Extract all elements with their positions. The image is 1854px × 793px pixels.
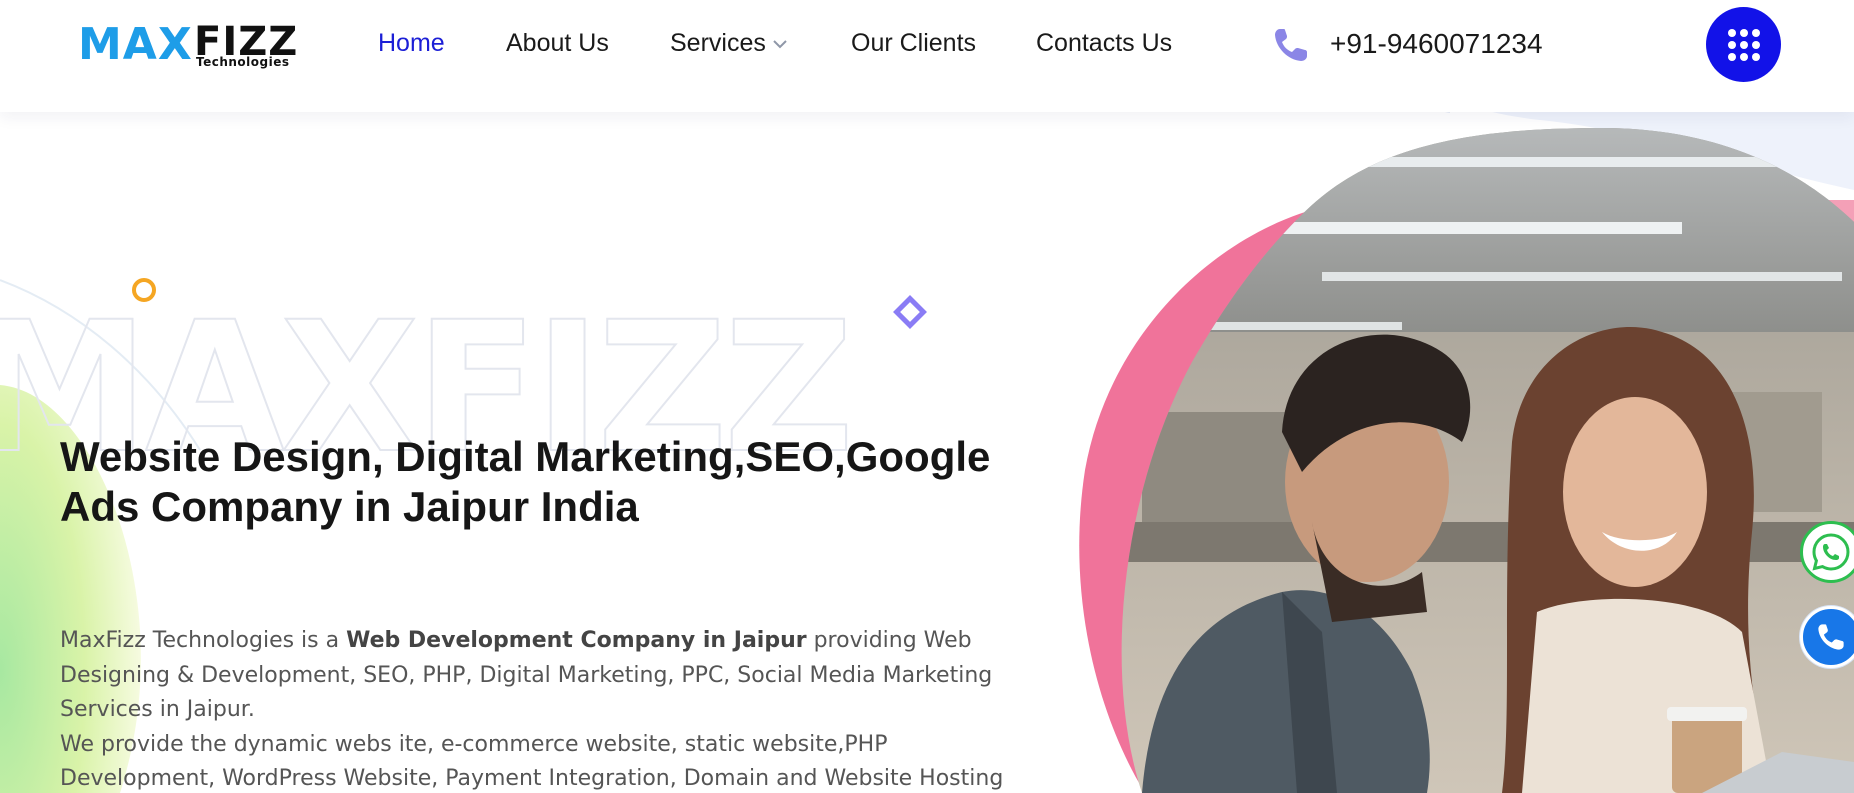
phone-call-icon <box>1818 624 1844 650</box>
hero-title: Website Design, Digital Marketing,SEO,Go… <box>60 433 991 530</box>
nav-item-contacts-us[interactable]: Contacts Us <box>1036 28 1172 58</box>
whatsapp-button[interactable] <box>1800 521 1854 583</box>
hero-photo <box>1082 112 1854 793</box>
hero-paragraph-1-highlight: Web Development Company in Jaipur <box>346 628 807 653</box>
nav-item-home[interactable]: Home <box>378 28 445 58</box>
logo-primary-text: MAX <box>78 19 193 70</box>
call-button[interactable] <box>1800 606 1854 668</box>
hero-description: MaxFizz Technologies is a Web Developmen… <box>60 624 1020 793</box>
decor-ring-icon <box>132 278 156 302</box>
grid-menu-icon <box>1727 28 1760 61</box>
nav-item-our-clients[interactable]: Our Clients <box>851 28 976 58</box>
whatsapp-icon <box>1812 533 1850 571</box>
site-header: MAX FIZZ Technologies Home About Us Serv… <box>0 0 1854 112</box>
nav-item-services-label: Services <box>670 29 766 57</box>
phone-number[interactable]: +91-9460071234 <box>1330 28 1543 60</box>
hero-paragraph-2: We provide the dynamic webs ite, e-comme… <box>60 731 1004 792</box>
hero-paragraph-1-intro: MaxFizz Technologies is a <box>60 628 347 653</box>
nav-item-about-us[interactable]: About Us <box>506 28 609 58</box>
phone-icon <box>1275 29 1307 61</box>
chevron-down-icon <box>773 40 787 49</box>
logo-tagline: Technologies <box>196 55 290 69</box>
site-logo[interactable]: MAX FIZZ Technologies <box>78 19 306 70</box>
grid-menu-button[interactable] <box>1706 7 1781 82</box>
nav-item-services[interactable]: Services <box>670 28 788 58</box>
hero-paragraph-1: MaxFizz Technologies is a Web Developmen… <box>60 624 1020 728</box>
